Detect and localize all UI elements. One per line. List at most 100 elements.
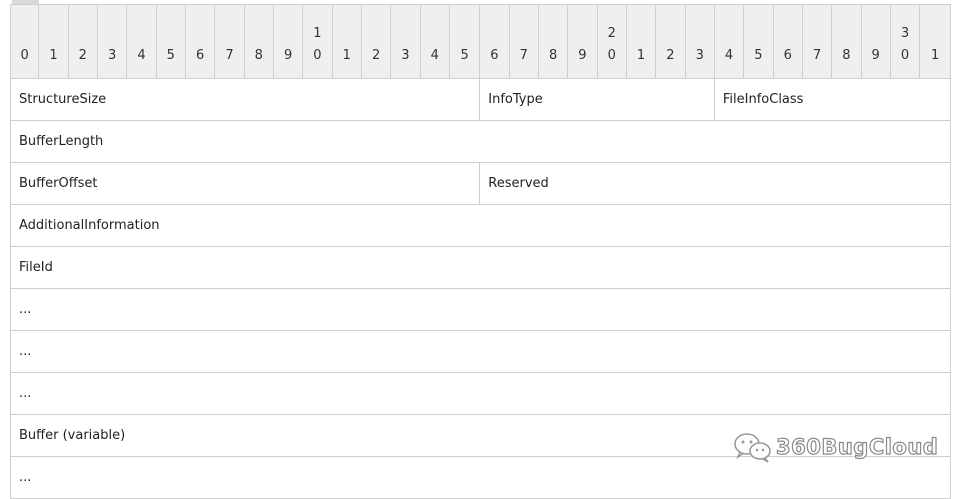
watermark-text: 360BugCloud bbox=[775, 434, 939, 459]
bit-ones-digit: 7 bbox=[519, 48, 528, 63]
table-row: BufferOffset Reserved bbox=[9, 162, 951, 205]
bit-header-cell: 9 bbox=[567, 4, 598, 79]
bit-header-cell: 5 bbox=[743, 4, 774, 79]
bit-header-cell: 4 bbox=[126, 4, 157, 79]
bit-header-cell: 7 bbox=[801, 4, 833, 79]
bit-header-cell: 3 bbox=[390, 4, 421, 79]
bit-ones-digit: 6 bbox=[195, 48, 205, 63]
table-row: StructureSize InfoType FileInfoClass bbox=[9, 78, 952, 121]
bit-tens-digit bbox=[69, 23, 97, 45]
field-cell: BufferLength bbox=[10, 120, 951, 163]
bit-tens-digit bbox=[656, 23, 684, 45]
bit-ones-digit: 0 bbox=[900, 48, 910, 63]
bit-tens-digit bbox=[186, 23, 214, 45]
bit-header-cell: 2 bbox=[67, 4, 98, 79]
bit-tens-digit bbox=[39, 23, 67, 45]
bit-tens-digit bbox=[920, 23, 950, 45]
bit-header-cell: 3 bbox=[684, 4, 715, 79]
field-cell: InfoType bbox=[479, 78, 715, 121]
field-cell: ... bbox=[10, 372, 951, 415]
bit-ones-digit: 9 bbox=[578, 48, 587, 63]
bit-header-cell: 9 bbox=[272, 4, 304, 79]
bit-header-row: 0 1 2 3 4 5 6 7 8 910 1 2 3 4 5 6 7 8 92… bbox=[9, 4, 951, 79]
field-cell: Reserved bbox=[479, 162, 951, 205]
bit-tens-digit bbox=[450, 23, 479, 45]
bit-ones-digit: 1 bbox=[636, 48, 646, 63]
bit-tens-digit bbox=[362, 23, 390, 45]
bit-ones-digit: 3 bbox=[108, 48, 117, 63]
bit-header-cell: 4 bbox=[419, 4, 450, 79]
bit-header-cell: 8 bbox=[243, 4, 274, 79]
bit-ones-digit: 6 bbox=[783, 48, 792, 63]
field-cell: StructureSize bbox=[9, 78, 481, 121]
bit-header-cell: 1 bbox=[625, 4, 657, 79]
bit-tens-digit bbox=[127, 23, 155, 45]
wechat-icon bbox=[734, 433, 771, 463]
bit-tens-digit bbox=[803, 23, 831, 45]
bit-header-cell: 2 bbox=[360, 4, 392, 79]
table-row: ... bbox=[10, 288, 951, 331]
bit-tens-digit bbox=[686, 23, 714, 45]
field-cell: FileId bbox=[10, 246, 951, 289]
bit-ones-digit: 5 bbox=[754, 48, 763, 63]
bit-ones-digit: 5 bbox=[460, 48, 469, 63]
bit-header-cell: 5 bbox=[155, 4, 186, 79]
bit-header-cell: 3 bbox=[96, 4, 128, 79]
bit-header-cell: 6 bbox=[772, 4, 803, 79]
field-cell: ... bbox=[10, 330, 951, 373]
table-row: ... bbox=[10, 372, 951, 415]
bit-header-cell: 2 bbox=[655, 4, 686, 79]
bit-ones-digit: 6 bbox=[490, 48, 499, 63]
bit-tens-digit bbox=[215, 23, 243, 45]
bit-ones-digit: 7 bbox=[225, 48, 234, 63]
bit-ones-digit: 1 bbox=[49, 48, 58, 63]
bit-ones-digit: 0 bbox=[313, 48, 322, 63]
bit-header-cell: 10 bbox=[302, 4, 333, 79]
bit-tens-digit bbox=[568, 23, 596, 45]
field-cell: BufferOffset bbox=[9, 162, 481, 205]
bit-header-cell: 20 bbox=[596, 4, 627, 79]
bit-ones-digit: 8 bbox=[254, 48, 263, 63]
bit-ones-digit: 8 bbox=[842, 48, 851, 63]
bit-tens-digit bbox=[98, 23, 126, 45]
bit-header-cell: 9 bbox=[860, 4, 891, 79]
bit-header-cell: 5 bbox=[448, 4, 481, 79]
bit-header-cell: 8 bbox=[537, 4, 569, 79]
table-row: ... bbox=[10, 330, 951, 373]
bit-ones-digit: 7 bbox=[812, 48, 822, 63]
bit-ones-digit: 1 bbox=[930, 48, 940, 63]
bit-ones-digit: 0 bbox=[20, 48, 29, 63]
bit-ones-digit: 4 bbox=[137, 48, 146, 63]
bit-tens-digit bbox=[832, 23, 860, 45]
bit-tens-digit bbox=[539, 23, 567, 45]
bit-tens-digit bbox=[862, 23, 890, 45]
field-cell: FileInfoClass bbox=[713, 78, 952, 121]
watermark: 360BugCloud bbox=[732, 430, 938, 464]
field-cell: ... bbox=[10, 288, 951, 331]
bit-header-cell: 6 bbox=[479, 4, 510, 79]
bit-tens-digit bbox=[11, 23, 38, 45]
bit-ones-digit: 2 bbox=[371, 48, 381, 63]
bit-tens-digit: 3 bbox=[900, 26, 910, 41]
table-row: FileId bbox=[10, 246, 951, 289]
bit-tens-digit bbox=[774, 23, 802, 45]
bit-ones-digit: 1 bbox=[342, 48, 351, 63]
bit-tens-digit bbox=[274, 23, 302, 45]
bit-ones-digit: 3 bbox=[695, 48, 704, 63]
bit-header-cell: 0 bbox=[9, 4, 40, 79]
bit-header-cell: 1 bbox=[38, 4, 69, 79]
bit-tens-digit bbox=[744, 23, 772, 45]
bit-tens-digit bbox=[627, 23, 655, 45]
bit-ones-digit: 0 bbox=[607, 48, 616, 63]
bit-tens-digit bbox=[245, 23, 273, 45]
bit-tens-digit bbox=[157, 23, 185, 45]
bit-ones-digit: 4 bbox=[430, 48, 439, 63]
bit-tens-digit bbox=[715, 23, 743, 45]
bit-ones-digit: 2 bbox=[666, 48, 675, 63]
bit-ones-digit: 8 bbox=[548, 48, 558, 63]
bit-ones-digit: 3 bbox=[401, 48, 410, 63]
bit-ones-digit: 9 bbox=[871, 48, 880, 63]
bit-header-cell: 6 bbox=[184, 4, 216, 79]
bit-header-cell: 1 bbox=[331, 4, 362, 79]
field-cell: AdditionalInformation bbox=[10, 204, 951, 247]
